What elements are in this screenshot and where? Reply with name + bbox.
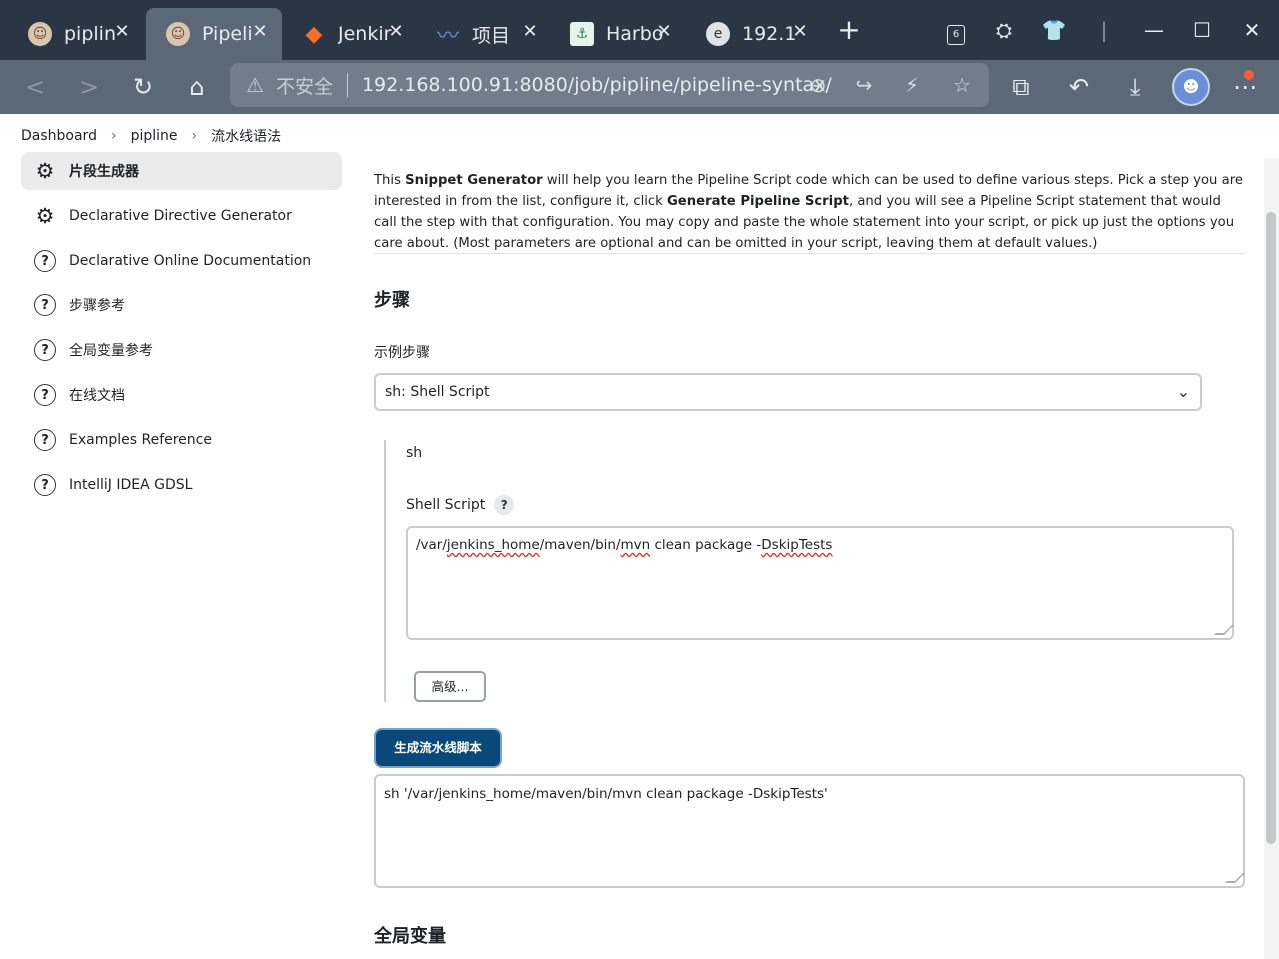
profile-avatar[interactable]: ☻ bbox=[1172, 68, 1210, 106]
chevron-down-icon: ⌄ bbox=[1176, 382, 1190, 401]
warning-icon: ⚠ bbox=[246, 73, 264, 97]
shell-script-label-text: Shell Script bbox=[406, 497, 486, 513]
breadcrumb-job[interactable]: pipline bbox=[131, 128, 178, 144]
incognito-icon[interactable]: ⛭ bbox=[988, 14, 1020, 46]
sidebar-item-label: Examples Reference bbox=[69, 432, 212, 448]
close-window-button[interactable]: ✕ bbox=[1236, 14, 1268, 46]
sidebar-item-label: Declarative Online Documentation bbox=[69, 253, 312, 269]
shell-script-label: Shell Script ? bbox=[406, 495, 515, 515]
divider bbox=[346, 73, 348, 97]
breadcrumb-current[interactable]: 流水线语法 bbox=[211, 126, 281, 146]
notification-dot bbox=[1244, 70, 1254, 80]
minimize-button[interactable]: — bbox=[1138, 14, 1170, 46]
close-tab-icon[interactable]: ✕ bbox=[652, 20, 676, 44]
main-content: This Snippet Generator will help you lea… bbox=[374, 152, 1254, 959]
generate-pipeline-script-button[interactable]: 生成流水线脚本 bbox=[376, 730, 500, 766]
browser-tab-active[interactable]: ☺ Pipeli ✕ bbox=[146, 8, 282, 60]
forward-button[interactable]: > bbox=[72, 70, 106, 104]
jenkins-icon: ☺ bbox=[28, 22, 52, 46]
download-icon[interactable]: ⤓ bbox=[1118, 70, 1152, 104]
security-indicator[interactable]: 不安全 bbox=[276, 72, 333, 99]
close-tab-icon[interactable]: ✕ bbox=[518, 20, 542, 44]
sidebar: ⚙ 片段生成器 ⚙ Declarative Directive Generato… bbox=[0, 152, 360, 959]
sidebar-item-global-variables-reference[interactable]: ? 全局变量参考 bbox=[21, 331, 342, 369]
back-button[interactable]: < bbox=[18, 70, 52, 104]
url-text[interactable]: 192.168.100.91:8080/job/pipline/pipeline… bbox=[362, 74, 832, 96]
resize-handle-icon[interactable] bbox=[1214, 625, 1234, 635]
help-icon: ? bbox=[34, 339, 56, 361]
browser-tab[interactable]: ◆ Jenkir ✕ bbox=[282, 8, 418, 60]
favorite-star-icon[interactable]: ☆ bbox=[948, 71, 976, 99]
browser-tab[interactable]: e 192.1 ✕ bbox=[686, 8, 822, 60]
intro-text: This Snippet Generator will help you lea… bbox=[374, 173, 1243, 251]
step-config-border bbox=[384, 440, 386, 702]
sidebar-item-label: IntelliJ IDEA GDSL bbox=[69, 477, 193, 493]
divider: | bbox=[1100, 18, 1108, 42]
chevron-right-icon: › bbox=[110, 128, 117, 144]
browser-tab[interactable]: 〰 项目 ✕ bbox=[416, 8, 552, 60]
jenkins-icon: ☺ bbox=[166, 22, 190, 46]
sidebar-item-label: 在线文档 bbox=[69, 388, 125, 404]
close-tab-icon[interactable]: ✕ bbox=[384, 20, 408, 44]
sidebar-item-label: 全局变量参考 bbox=[69, 343, 153, 359]
close-tab-icon[interactable]: ✕ bbox=[110, 20, 134, 44]
tab-count-badge: 6 bbox=[947, 25, 965, 45]
sidebar-item-examples-reference[interactable]: ? Examples Reference bbox=[21, 421, 342, 459]
resize-handle-icon[interactable] bbox=[1225, 873, 1245, 883]
edge-icon: e bbox=[706, 22, 730, 46]
harbor-icon: ⚓ bbox=[570, 22, 594, 46]
gitlab-icon: ◆ bbox=[305, 21, 323, 47]
sidebar-item-declarative-directive-generator[interactable]: ⚙ Declarative Directive Generator bbox=[21, 197, 342, 235]
extensions-icon[interactable]: ⧉ bbox=[1004, 70, 1038, 104]
generated-script-output[interactable]: sh '/var/jenkins_home/maven/bin/mvn clea… bbox=[374, 774, 1245, 888]
sidebar-item-online-docs[interactable]: ? 在线文档 bbox=[21, 376, 342, 414]
help-icon: ? bbox=[34, 384, 56, 406]
home-icon[interactable]: ⌂ bbox=[180, 70, 214, 104]
step-name-label: sh bbox=[406, 445, 423, 461]
address-bar[interactable]: ⚠ 不安全 192.168.100.91:8080/job/pipline/pi… bbox=[230, 63, 989, 107]
browser-tab-strip: ☺ piplin ✕ ☺ Pipeli ✕ ◆ Jenkir ✕ 〰 项目 ✕ … bbox=[0, 0, 1279, 60]
sidebar-item-label: Declarative Directive Generator bbox=[69, 208, 292, 224]
help-icon: ? bbox=[34, 429, 56, 451]
help-icon: ? bbox=[34, 250, 56, 272]
sidebar-item-label: 片段生成器 bbox=[69, 164, 139, 180]
shell-script-input[interactable]: /var/jenkins_home/maven/bin/mvn clean pa… bbox=[406, 526, 1234, 640]
project-icon: 〰 bbox=[436, 24, 459, 49]
sidebar-item-label: 步骤参考 bbox=[69, 298, 125, 314]
sidebar-item-steps-reference[interactable]: ? 步骤参考 bbox=[21, 286, 342, 324]
scrollbar-thumb[interactable] bbox=[1266, 212, 1276, 844]
share-icon[interactable]: ↪ bbox=[850, 71, 878, 99]
help-icon: ? bbox=[34, 474, 56, 496]
browser-toolbar: < > ↻ ⌂ ⚠ 不安全 192.168.100.91:8080/job/pi… bbox=[0, 60, 1279, 114]
shirt-icon[interactable]: 👕 bbox=[1038, 14, 1070, 46]
undo-icon[interactable]: ↶ bbox=[1062, 70, 1096, 104]
close-tab-icon[interactable]: ✕ bbox=[248, 20, 272, 44]
sidebar-item-snippet-generator[interactable]: ⚙ 片段生成器 bbox=[21, 152, 342, 190]
maximize-button[interactable]: ☐ bbox=[1186, 14, 1218, 46]
sample-step-selected-value: sh: Shell Script bbox=[385, 384, 490, 400]
sample-step-label: 示例步骤 bbox=[374, 345, 430, 361]
zoom-icon[interactable]: ⊖ bbox=[804, 71, 832, 99]
new-tab-button[interactable]: + bbox=[836, 16, 862, 44]
sample-step-select[interactable]: sh: Shell Script ⌄ bbox=[374, 373, 1202, 411]
chevron-right-icon: › bbox=[191, 128, 198, 144]
breadcrumb-dashboard[interactable]: Dashboard bbox=[21, 128, 97, 144]
gear-icon: ⚙ bbox=[35, 159, 55, 183]
divider bbox=[374, 253, 1244, 254]
reload-icon[interactable]: ↻ bbox=[126, 70, 160, 104]
steps-heading: 步骤 bbox=[374, 290, 410, 311]
browser-tab[interactable]: ⚓ Harbo ✕ bbox=[550, 8, 686, 60]
browser-tab[interactable]: ☺ piplin ✕ bbox=[8, 8, 144, 60]
help-icon[interactable]: ? bbox=[494, 495, 515, 515]
help-icon: ? bbox=[34, 294, 56, 316]
sidebar-item-declarative-online-docs[interactable]: ? Declarative Online Documentation bbox=[21, 242, 342, 280]
global-variables-heading: 全局变量 bbox=[374, 926, 446, 947]
tab-count-button[interactable]: 6 bbox=[940, 14, 972, 46]
close-tab-icon[interactable]: ✕ bbox=[788, 20, 812, 44]
advanced-button[interactable]: 高级... bbox=[414, 671, 486, 702]
bolt-icon[interactable]: ⚡ bbox=[898, 71, 926, 99]
gear-icon: ⚙ bbox=[35, 204, 55, 228]
sidebar-item-intellij-gdsl[interactable]: ? IntelliJ IDEA GDSL bbox=[21, 466, 342, 504]
